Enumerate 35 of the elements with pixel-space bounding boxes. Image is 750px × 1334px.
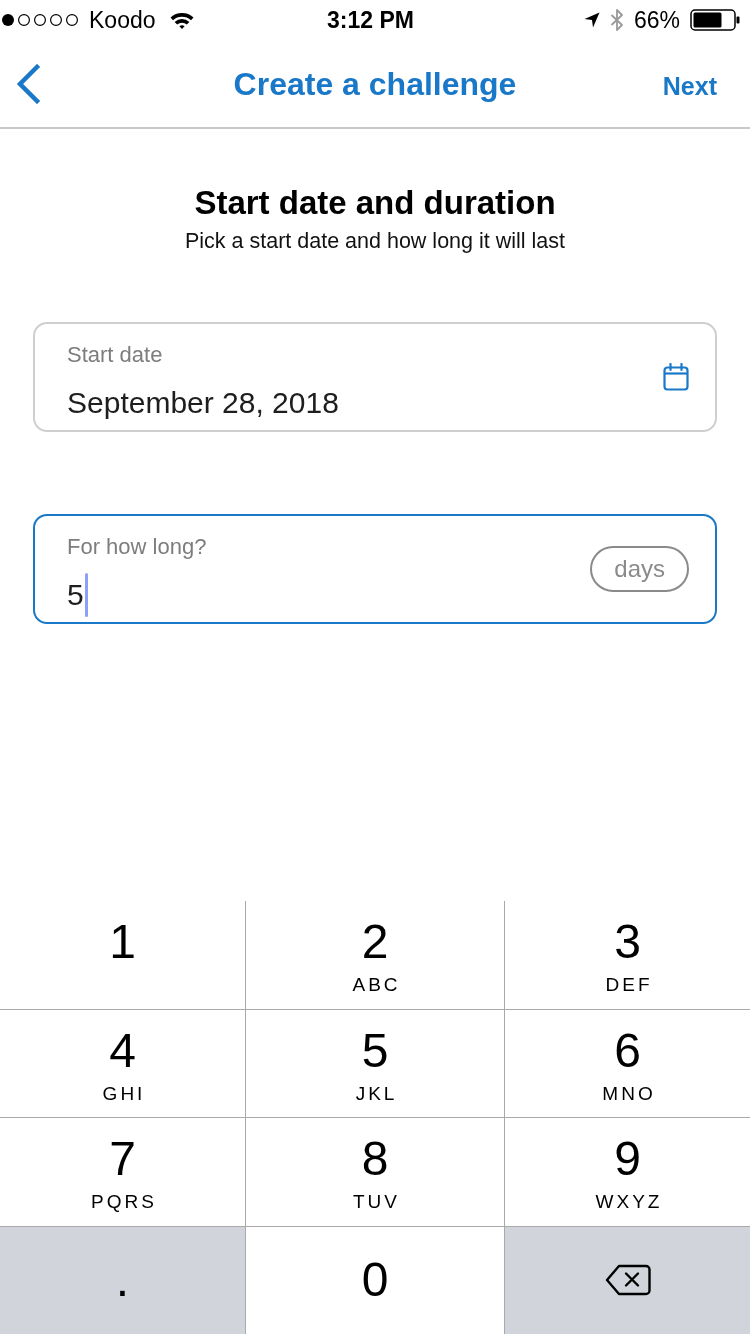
keypad-key[interactable]: 1 bbox=[0, 901, 245, 1009]
wifi-icon bbox=[169, 11, 194, 29]
keypad-key[interactable]: 6 MNO bbox=[505, 1009, 750, 1117]
unit-tag: days bbox=[590, 546, 689, 592]
next-button[interactable]: Next bbox=[662, 69, 717, 102]
section-subtitle: Pick a start date and how long it will last bbox=[185, 228, 565, 255]
battery-icon bbox=[690, 9, 740, 31]
location-arrow-icon bbox=[583, 12, 600, 28]
signal-icon bbox=[1, 13, 81, 27]
decimal-key[interactable]: . bbox=[0, 1226, 245, 1334]
field-label: For how long? bbox=[67, 534, 207, 560]
chevron-left-icon bbox=[15, 63, 41, 104]
keypad-key[interactable]: 2 ABC bbox=[246, 901, 504, 1009]
status-time: 3:12 PM bbox=[327, 6, 414, 34]
bluetooth-icon bbox=[609, 8, 624, 32]
keypad-key[interactable]: 0 bbox=[246, 1226, 504, 1334]
calendar-icon[interactable] bbox=[663, 363, 689, 391]
carrier-name: Koodo bbox=[89, 6, 156, 34]
keypad-key[interactable]: 7 PQRS bbox=[0, 1118, 245, 1226]
screen-title: Create a challenge bbox=[233, 64, 517, 104]
field-value: 5 bbox=[67, 577, 84, 613]
keypad-key[interactable]: 5 JKL bbox=[246, 1009, 504, 1117]
date-field[interactable]: Start date September 28, 2018 bbox=[33, 322, 717, 432]
text-cursor-icon bbox=[84, 573, 88, 617]
keypad-key[interactable]: 4 GHI bbox=[0, 1009, 245, 1117]
battery-percent: 66% bbox=[633, 6, 680, 34]
backspace-icon bbox=[604, 1264, 651, 1297]
keypad-key[interactable]: 9 WXYZ bbox=[505, 1118, 750, 1226]
keypad-key[interactable]: 3 DEF bbox=[505, 901, 750, 1009]
back-button[interactable] bbox=[15, 63, 41, 104]
number-field[interactable]: For how long? 5 days bbox=[33, 514, 717, 624]
keypad-key[interactable]: 8 TUV bbox=[246, 1118, 504, 1226]
field-label: Start date bbox=[67, 342, 163, 368]
field-value: September 28, 2018 bbox=[67, 385, 339, 421]
section-title: Start date and duration bbox=[194, 183, 556, 223]
